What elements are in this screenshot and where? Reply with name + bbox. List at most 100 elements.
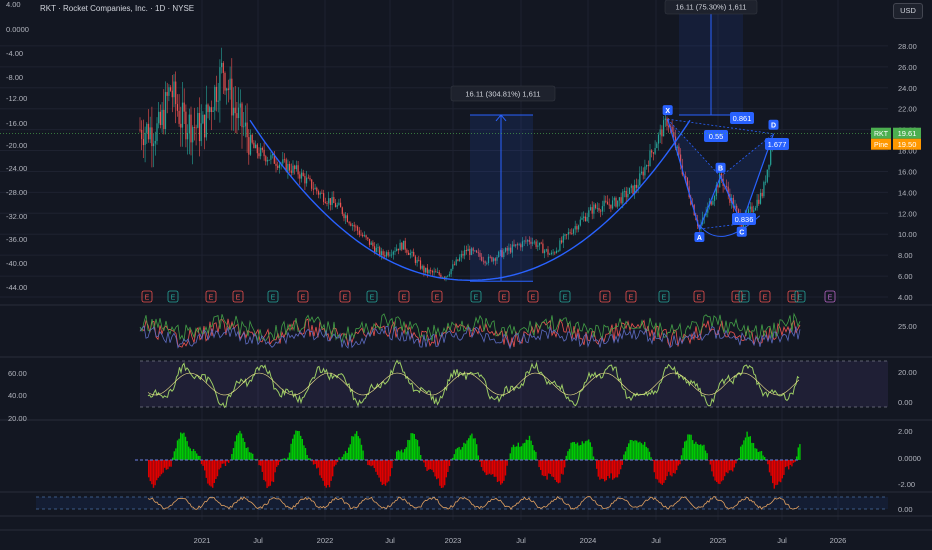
histogram-bar (773, 460, 775, 489)
pane-left-tick: 60.00 (8, 369, 27, 378)
histogram-bar (325, 460, 327, 488)
histogram-bar (728, 460, 731, 471)
histogram-bar (784, 460, 787, 468)
candle-body (260, 147, 262, 157)
histogram-bar (191, 451, 193, 460)
histogram-bar (607, 460, 609, 477)
histogram-bar (511, 447, 513, 460)
histogram-bar (348, 447, 350, 460)
candle-body (185, 111, 187, 140)
candle-body (452, 264, 454, 269)
histogram-bar (799, 444, 801, 460)
candle-body (414, 256, 416, 263)
histogram-bar (551, 460, 553, 477)
candle-body (549, 254, 551, 255)
histogram-bar (231, 454, 233, 460)
candle-body (275, 163, 277, 166)
left-axis-tick: -44.00 (6, 283, 27, 292)
candle-body (603, 200, 605, 207)
histogram-bar (663, 460, 665, 483)
histogram-bar (290, 443, 292, 460)
histogram-bar (592, 456, 595, 460)
histogram-bar (637, 442, 639, 460)
candle-body (544, 250, 546, 254)
histogram-bar (208, 460, 211, 486)
histogram-bar (314, 460, 316, 465)
candle-body (234, 107, 236, 114)
rsi-band (140, 361, 888, 407)
candle-body (365, 235, 367, 238)
price-chart[interactable]: 16.11 (304.81%) 1,611 16.11 (75.30%) 1,61… (0, 0, 932, 550)
histogram-bar (644, 441, 646, 460)
histogram-bar (490, 460, 492, 475)
histogram-bar (316, 460, 318, 469)
candle-body (593, 204, 595, 214)
candle-body (389, 254, 391, 256)
histogram-bar (175, 448, 177, 460)
histogram-bar (424, 460, 427, 468)
histogram-bar (242, 438, 244, 460)
histogram-bar (432, 460, 435, 473)
candle-body (304, 175, 306, 184)
candle-body (759, 192, 762, 204)
candle-body (440, 274, 442, 278)
candle-body (161, 109, 163, 125)
earnings-marker-label: E (435, 295, 440, 302)
left-axis-tick: 0.0000 (6, 25, 29, 34)
histogram-bar (295, 430, 297, 460)
candle-body (282, 159, 284, 164)
histogram-bar (552, 460, 555, 478)
histogram-bar (373, 460, 375, 469)
histogram-bar (567, 451, 569, 460)
histogram-bar (492, 460, 494, 475)
histogram-bar (613, 460, 615, 479)
candle-body (380, 251, 382, 256)
histogram-bar (632, 441, 635, 460)
candle-body (627, 193, 629, 198)
candle-body (163, 109, 165, 130)
histogram-bar (224, 460, 227, 467)
histogram-bar (684, 441, 686, 460)
candle-body (158, 111, 160, 124)
histogram-bar (346, 452, 348, 460)
histogram-bar (456, 447, 459, 460)
candle-body (164, 92, 167, 130)
candle-body (547, 249, 549, 255)
candle-body (178, 110, 180, 124)
histogram-bar (212, 460, 214, 488)
histogram-bar (228, 460, 230, 463)
candle-body (324, 201, 326, 204)
histogram-bar (604, 460, 606, 482)
candle-body (768, 164, 770, 170)
candle-body (217, 100, 219, 102)
candle-body (632, 185, 634, 194)
right-axis-tick: 8.00 (898, 251, 913, 260)
candle-body (375, 247, 377, 253)
candle-body (239, 103, 241, 108)
candle-body (294, 165, 296, 170)
candle-body (368, 238, 371, 245)
x-axis-label: Jul (253, 536, 263, 545)
candle-body (438, 271, 440, 275)
histogram-bar (148, 460, 150, 478)
histogram-bar (437, 460, 439, 479)
histogram-bar (428, 460, 430, 470)
candle-body (297, 165, 299, 175)
histogram-bar (495, 460, 497, 477)
histogram-bar (338, 457, 340, 460)
x-axis-label: 2022 (317, 536, 334, 545)
histogram-bar (500, 460, 502, 485)
histogram-bar (565, 455, 567, 460)
histogram-bar (266, 460, 268, 488)
histogram-bar (378, 460, 380, 478)
candle-body (334, 203, 337, 208)
x-axis-label: 2023 (445, 536, 462, 545)
candle-body (168, 87, 170, 96)
candle-body (270, 155, 272, 160)
histogram-bar (157, 460, 159, 478)
candle-body (173, 81, 175, 98)
histogram-bar (626, 446, 628, 460)
earnings-marker-label: E (370, 295, 375, 302)
candle-body (433, 271, 435, 273)
histogram-bar (418, 446, 420, 460)
